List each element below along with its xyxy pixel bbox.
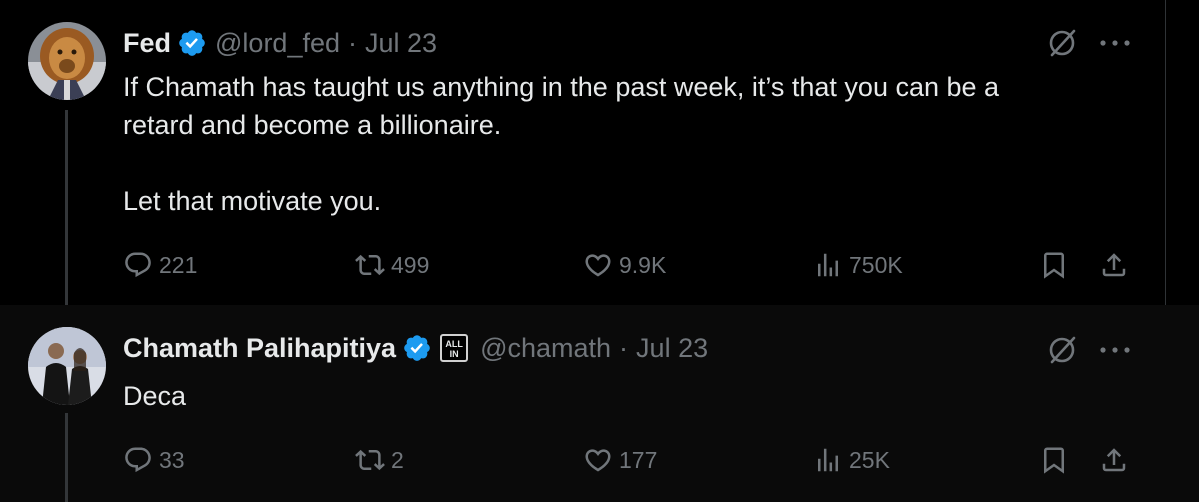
like-button[interactable]: 9.9K (583, 250, 666, 280)
views-button[interactable]: 25K (813, 445, 890, 475)
like-icon (585, 254, 611, 277)
tweet-text-line: If Chamath has taught us anything in the… (123, 72, 1000, 102)
bookmark-button[interactable] (1039, 250, 1069, 285)
repost-count: 2 (391, 446, 404, 473)
separator-dot: · (619, 332, 629, 363)
tweet-text-line: Deca (123, 381, 187, 411)
bookmark-icon (1044, 252, 1064, 279)
like-count: 177 (619, 446, 658, 473)
like-count: 9.9K (619, 251, 667, 278)
views-icon (818, 448, 838, 472)
grok-icon[interactable] (1045, 333, 1079, 367)
bookmark-button[interactable] (1039, 445, 1069, 480)
bookmark-icon (1044, 447, 1064, 474)
repost-count: 499 (391, 251, 430, 278)
tweet-chamath[interactable]: Chamath Palihapitiya ALL IN @chamath · Ju… (0, 305, 1199, 502)
reply-button[interactable]: 221 (123, 250, 197, 280)
repost-button[interactable]: 499 (355, 250, 429, 280)
views-button[interactable]: 750K (813, 250, 903, 280)
verified-badge-icon (404, 335, 430, 361)
author-handle[interactable]: @chamath (480, 333, 611, 364)
separator-dot: · (348, 27, 357, 58)
verified-badge-icon (179, 30, 205, 56)
reply-icon (125, 447, 151, 473)
repost-button[interactable]: 2 (355, 445, 404, 475)
reply-button[interactable]: 33 (123, 445, 185, 475)
tweet-text-line: retard and become a billionaire. (123, 110, 502, 140)
author-name[interactable]: Fed (123, 28, 171, 59)
tweet-text-line: Let that motivate you. (123, 186, 382, 216)
views-icon (818, 253, 838, 277)
more-icon[interactable] (1098, 38, 1132, 48)
more-icon[interactable] (1098, 345, 1132, 355)
reply-count: 33 (159, 446, 185, 473)
share-icon (1102, 253, 1126, 277)
tweet-text: If Chamath has taught us anything in the… (123, 68, 999, 220)
share-button[interactable] (1099, 250, 1129, 285)
share-icon (1102, 448, 1126, 472)
thread-line (65, 413, 68, 502)
tweet-date[interactable]: Jul 23 (365, 28, 437, 59)
affiliate-badge[interactable]: ALL IN (440, 334, 469, 362)
repost-icon (355, 254, 385, 276)
tweet-fed[interactable]: Fed @lord_fed · Jul 23 If Chamath has ta… (0, 0, 1199, 305)
tweet-text: Deca (123, 377, 186, 415)
thread-line (65, 110, 68, 305)
avatar-chamath[interactable] (28, 327, 106, 405)
like-button[interactable]: 177 (583, 445, 657, 475)
views-count: 25K (849, 446, 890, 473)
author-handle[interactable]: @lord_fed (215, 28, 340, 59)
like-icon (585, 449, 611, 472)
grok-icon[interactable] (1045, 26, 1079, 60)
reply-icon (125, 252, 151, 278)
tweet-header: Chamath Palihapitiya ALL IN @chamath · Ju… (123, 329, 708, 367)
tweet-text-line (123, 144, 999, 182)
views-count: 750K (849, 251, 903, 278)
share-button[interactable] (1099, 445, 1129, 480)
reply-count: 221 (159, 251, 198, 278)
repost-icon (355, 449, 385, 471)
tweet-date[interactable]: Jul 23 (636, 333, 708, 364)
author-name[interactable]: Chamath Palihapitiya (123, 333, 396, 364)
avatar-fed[interactable] (28, 22, 106, 100)
timeline-border (1165, 0, 1199, 305)
tweet-header: Fed @lord_fed · Jul 23 (123, 24, 437, 62)
